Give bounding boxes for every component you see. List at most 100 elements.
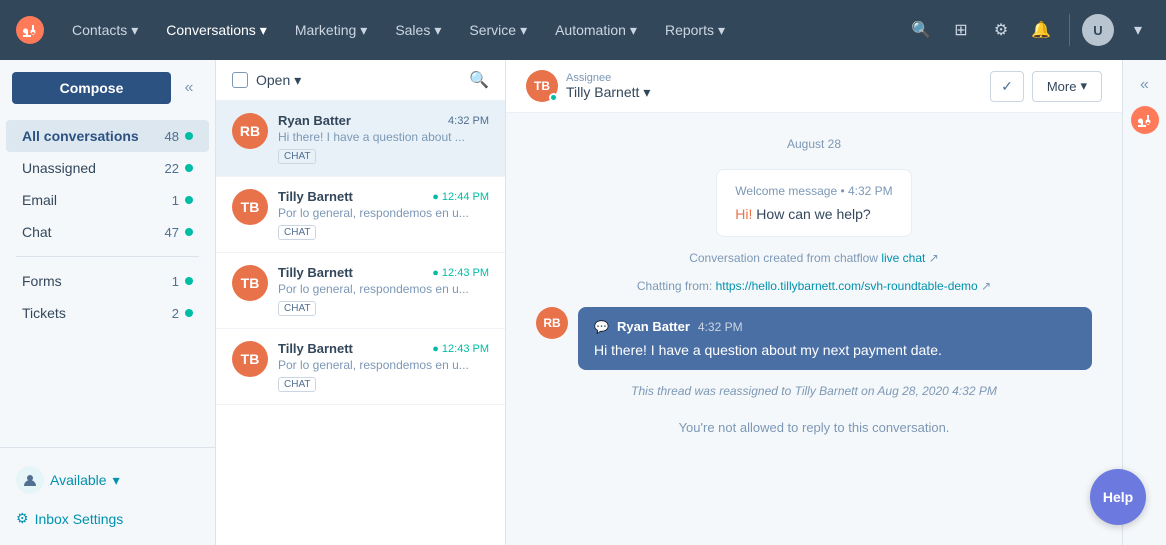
chevron-down-icon: ▾ xyxy=(630,22,637,39)
nav-contacts[interactable]: Contacts ▾ xyxy=(60,14,150,47)
gear-icon: ⚙ xyxy=(16,510,29,527)
not-allowed-note: You're not allowed to reply to this conv… xyxy=(536,412,1092,443)
assignee-name-button[interactable]: Tilly Barnett ▾ xyxy=(566,84,650,101)
online-status-dot xyxy=(549,93,558,102)
conv-preview: Por lo general, respondemos en u... xyxy=(278,358,489,372)
chatting-from: Chatting from: https://hello.tillybarnet… xyxy=(536,279,1092,293)
chevron-down-icon: ▾ xyxy=(294,72,301,89)
conv-list-header: Open ▾ 🔍 xyxy=(216,60,505,101)
status-dot xyxy=(185,228,193,236)
settings-button[interactable]: ⚙ xyxy=(985,14,1017,46)
external-link-icon: ↗ xyxy=(929,251,939,265)
conv-tag: CHAT xyxy=(278,301,316,316)
nav-reports[interactable]: Reports ▾ xyxy=(653,14,737,47)
conv-body: Tilly Barnett ● 12:44 PM Por lo general,… xyxy=(278,189,489,240)
sidebar-item-all-conversations[interactable]: All conversations 48 xyxy=(6,120,209,152)
assignee-label: Assignee xyxy=(566,72,650,84)
welcome-message: Welcome message • 4:32 PM Hi! How can we… xyxy=(716,169,911,237)
user-message-bubble: 💬 Ryan Batter 4:32 PM Hi there! I have a… xyxy=(578,307,1092,370)
conv-name: Tilly Barnett xyxy=(278,341,353,356)
conv-body: Ryan Batter 4:32 PM Hi there! I have a q… xyxy=(278,113,489,164)
nav-conversations[interactable]: Conversations ▾ xyxy=(154,14,279,47)
conversation-item[interactable]: TB Tilly Barnett ● 12:43 PM Por lo gener… xyxy=(216,253,505,329)
chat-body: August 28 Welcome message • 4:32 PM Hi! … xyxy=(506,113,1122,545)
conv-preview: Por lo general, respondemos en u... xyxy=(278,282,489,296)
select-all-checkbox[interactable] xyxy=(232,72,248,88)
marketplace-button[interactable]: ⊞ xyxy=(945,14,977,46)
available-icon xyxy=(16,466,44,494)
sidebar-section-main: All conversations 48 Unassigned 22 Email… xyxy=(0,120,215,248)
nav-automation[interactable]: Automation ▾ xyxy=(543,14,649,47)
left-sidebar: Compose « All conversations 48 Unassigne… xyxy=(0,60,216,545)
live-chat-link[interactable]: live chat xyxy=(881,251,925,265)
conv-time: 4:32 PM xyxy=(448,115,489,127)
open-filter-button[interactable]: Open ▾ xyxy=(256,72,301,89)
user-msg-text: Hi there! I have a question about my nex… xyxy=(594,342,1076,358)
user-msg-header: 💬 Ryan Batter 4:32 PM xyxy=(594,319,1076,334)
notifications-button[interactable]: 🔔 xyxy=(1025,14,1057,46)
sidebar-divider xyxy=(16,256,199,257)
nav-service[interactable]: Service ▾ xyxy=(457,14,539,47)
search-button[interactable]: 🔍 xyxy=(905,14,937,46)
conversation-item[interactable]: TB Tilly Barnett ● 12:44 PM Por lo gener… xyxy=(216,177,505,253)
sidebar-section-secondary: Forms 1 Tickets 2 xyxy=(0,265,215,329)
conv-name: Ryan Batter xyxy=(278,113,351,128)
account-chevron[interactable]: ▾ xyxy=(1122,14,1154,46)
chat-panel: TB Assignee Tilly Barnett ▾ ✓ More ▾ xyxy=(506,60,1122,545)
check-button[interactable]: ✓ xyxy=(990,71,1024,102)
available-status-button[interactable]: Available ▾ xyxy=(16,460,199,500)
conversation-items: RB Ryan Batter 4:32 PM Hi there! I have … xyxy=(216,101,505,545)
conv-search-button[interactable]: 🔍 xyxy=(469,70,489,90)
assignee-avatar: TB xyxy=(526,70,558,102)
status-dot xyxy=(185,196,193,204)
sidebar-item-tickets[interactable]: Tickets 2 xyxy=(6,297,209,329)
status-dot xyxy=(185,164,193,172)
chat-header: TB Assignee Tilly Barnett ▾ ✓ More ▾ xyxy=(506,60,1122,113)
conv-tag: CHAT xyxy=(278,149,316,164)
conv-time: ● 12:43 PM xyxy=(432,343,489,355)
nav-marketing[interactable]: Marketing ▾ xyxy=(283,14,380,47)
welcome-msg-header: Welcome message • 4:32 PM xyxy=(735,184,892,198)
date-divider: August 28 xyxy=(536,137,1092,151)
hubspot-logo[interactable] xyxy=(12,12,48,48)
sidebar-item-email[interactable]: Email 1 xyxy=(6,184,209,216)
sidebar-item-chat[interactable]: Chat 47 xyxy=(6,216,209,248)
conversation-item[interactable]: RB Ryan Batter 4:32 PM Hi there! I have … xyxy=(216,101,505,177)
conv-created-note: Conversation created from chatflow live … xyxy=(536,251,1092,265)
chevron-down-icon: ▾ xyxy=(434,22,441,39)
chatting-from-link[interactable]: https://hello.tillybarnett.com/svh-round… xyxy=(716,279,978,293)
hubspot-logo-right[interactable] xyxy=(1131,106,1159,139)
more-button[interactable]: More ▾ xyxy=(1032,71,1102,102)
chevron-down-icon: ▾ xyxy=(260,22,267,39)
inbox-settings-button[interactable]: ⚙ Inbox Settings xyxy=(16,504,199,533)
conv-name: Tilly Barnett xyxy=(278,265,353,280)
chevron-down-icon: ▾ xyxy=(113,472,120,489)
conv-body: Tilly Barnett ● 12:43 PM Por lo general,… xyxy=(278,341,489,392)
nav-sales[interactable]: Sales ▾ xyxy=(383,14,453,47)
msg-time: 4:32 PM xyxy=(698,320,743,334)
conv-name: Tilly Barnett xyxy=(278,189,353,204)
conv-preview: Por lo general, respondemos en u... xyxy=(278,206,489,220)
avatar: TB xyxy=(232,341,268,377)
compose-button[interactable]: Compose xyxy=(12,72,171,104)
status-dot xyxy=(185,309,193,317)
avatar: RB xyxy=(232,113,268,149)
message-icon: 💬 xyxy=(594,320,609,334)
collapse-sidebar-button[interactable]: « xyxy=(175,74,203,102)
status-dot xyxy=(185,132,193,140)
user-avatar[interactable]: U xyxy=(1082,14,1114,46)
chat-header-actions: ✓ More ▾ xyxy=(990,71,1102,102)
conv-tag: CHAT xyxy=(278,225,316,240)
collapse-right-button[interactable]: « xyxy=(1140,76,1149,94)
external-link-icon: ↗ xyxy=(981,279,991,293)
sidebar-item-unassigned[interactable]: Unassigned 22 xyxy=(6,152,209,184)
sidebar-item-forms[interactable]: Forms 1 xyxy=(6,265,209,297)
help-button[interactable]: Help xyxy=(1090,469,1146,525)
msg-sender: Ryan Batter xyxy=(617,319,690,334)
conversation-item[interactable]: TB Tilly Barnett ● 12:43 PM Por lo gener… xyxy=(216,329,505,405)
user-msg-avatar: RB xyxy=(536,307,568,339)
conversation-list: Open ▾ 🔍 RB Ryan Batter 4:32 PM Hi there… xyxy=(216,60,506,545)
top-navigation: Contacts ▾ Conversations ▾ Marketing ▾ S… xyxy=(0,0,1166,60)
nav-right-actions: 🔍 ⊞ ⚙ 🔔 U ▾ xyxy=(905,14,1154,46)
sidebar-nav: All conversations 48 Unassigned 22 Email… xyxy=(0,116,215,447)
